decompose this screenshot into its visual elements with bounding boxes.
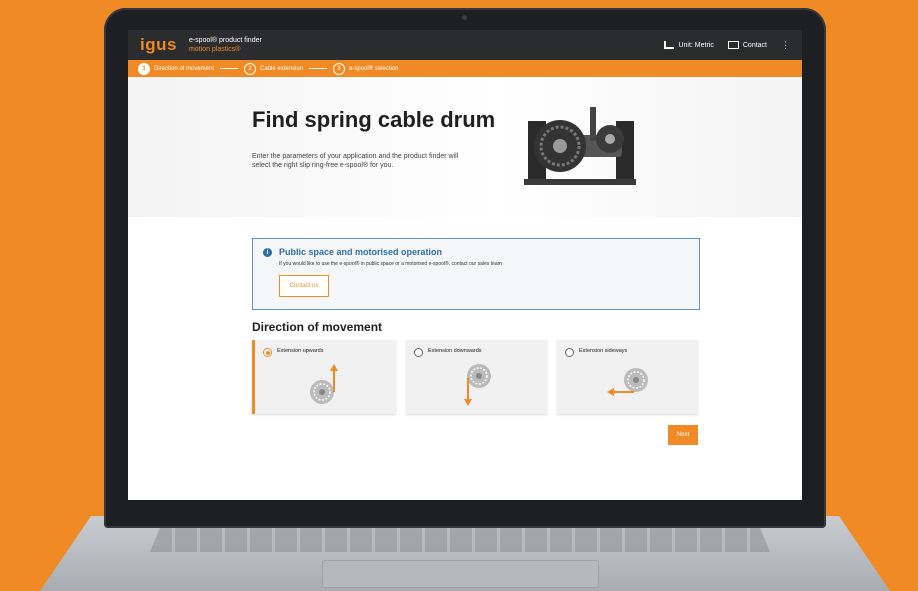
step-3[interactable]: 3 e-spool® selection <box>333 62 399 75</box>
step-2[interactable]: 2 Cable extension <box>244 62 304 75</box>
option-extension-upwards[interactable]: Extension upwards <box>252 340 396 414</box>
contact-link[interactable]: Contact <box>727 41 767 49</box>
step-2-label: Cable extension <box>260 65 304 72</box>
step-1-number: 1 <box>138 62 150 75</box>
step-3-number: 3 <box>333 62 346 75</box>
info-box: i Public space and motorised operation I… <box>252 238 700 310</box>
step-bar: 1 Direction of movement 2 Cable extensio… <box>128 60 802 77</box>
step-connector <box>309 68 328 69</box>
option-extension-sideways[interactable]: Extension sideways <box>557 340 698 414</box>
laptop-lid: igus e-spool® product finder motion plas… <box>104 8 826 528</box>
option-label: Extension upwards <box>277 348 324 354</box>
igus-logo[interactable]: igus <box>140 35 177 55</box>
header-actions: Unit: Metric Contact ⋮ <box>664 40 790 50</box>
cable-drum-image <box>524 107 636 185</box>
ruler-icon <box>664 41 675 49</box>
contact-us-button[interactable]: Contact us <box>279 275 329 297</box>
section-title: Direction of movement <box>252 320 383 334</box>
radio-button[interactable] <box>263 348 272 357</box>
step-connector <box>220 68 239 69</box>
downward-arrow-drum-icon <box>463 364 491 406</box>
camera <box>462 15 467 20</box>
app-subtitle: motion plastics® <box>188 46 241 53</box>
sideways-arrow-drum-icon <box>606 368 648 396</box>
unit-label: Unit: Metric <box>678 41 714 49</box>
step-1-label: Direction of movement <box>154 65 215 72</box>
upward-arrow-drum-icon <box>309 364 338 404</box>
top-bar: igus e-spool® product finder motion plas… <box>128 30 802 60</box>
page-title: Find spring cable drum <box>252 107 496 132</box>
more-vertical-icon[interactable]: ⋮ <box>781 40 790 50</box>
app-title: e-spool® product finder motion plastics® <box>189 36 262 54</box>
radio-button[interactable] <box>565 348 574 357</box>
step-1[interactable]: 1 Direction of movement <box>138 62 215 75</box>
option-label: Extension sideways <box>579 348 628 354</box>
contact-label: Contact <box>742 41 767 49</box>
info-title: Public space and motorised operation <box>279 247 443 257</box>
info-text: If you would like to use the e-spool® in… <box>279 261 502 267</box>
unit-button[interactable]: Unit: Metric <box>664 41 714 49</box>
hero-description: Enter the parameters of your application… <box>252 153 459 169</box>
step-3-label: e-spool® selection <box>349 65 399 72</box>
screen: igus e-spool® product finder motion plas… <box>128 30 802 500</box>
next-button[interactable]: Next <box>668 425 698 445</box>
app-title-text: e-spool® product finder <box>188 37 262 44</box>
option-extension-downwards[interactable]: Extension downwards <box>406 340 547 414</box>
radio-button[interactable] <box>414 348 423 357</box>
info-icon: i <box>263 248 272 257</box>
mail-icon <box>727 41 739 49</box>
trackpad <box>322 560 599 588</box>
option-label: Extension downwards <box>428 348 482 354</box>
step-2-number: 2 <box>244 62 257 75</box>
direction-options: Extension upwards Extension downwards Ex… <box>252 340 698 414</box>
hero: Find spring cable drum Enter the paramet… <box>128 77 802 217</box>
